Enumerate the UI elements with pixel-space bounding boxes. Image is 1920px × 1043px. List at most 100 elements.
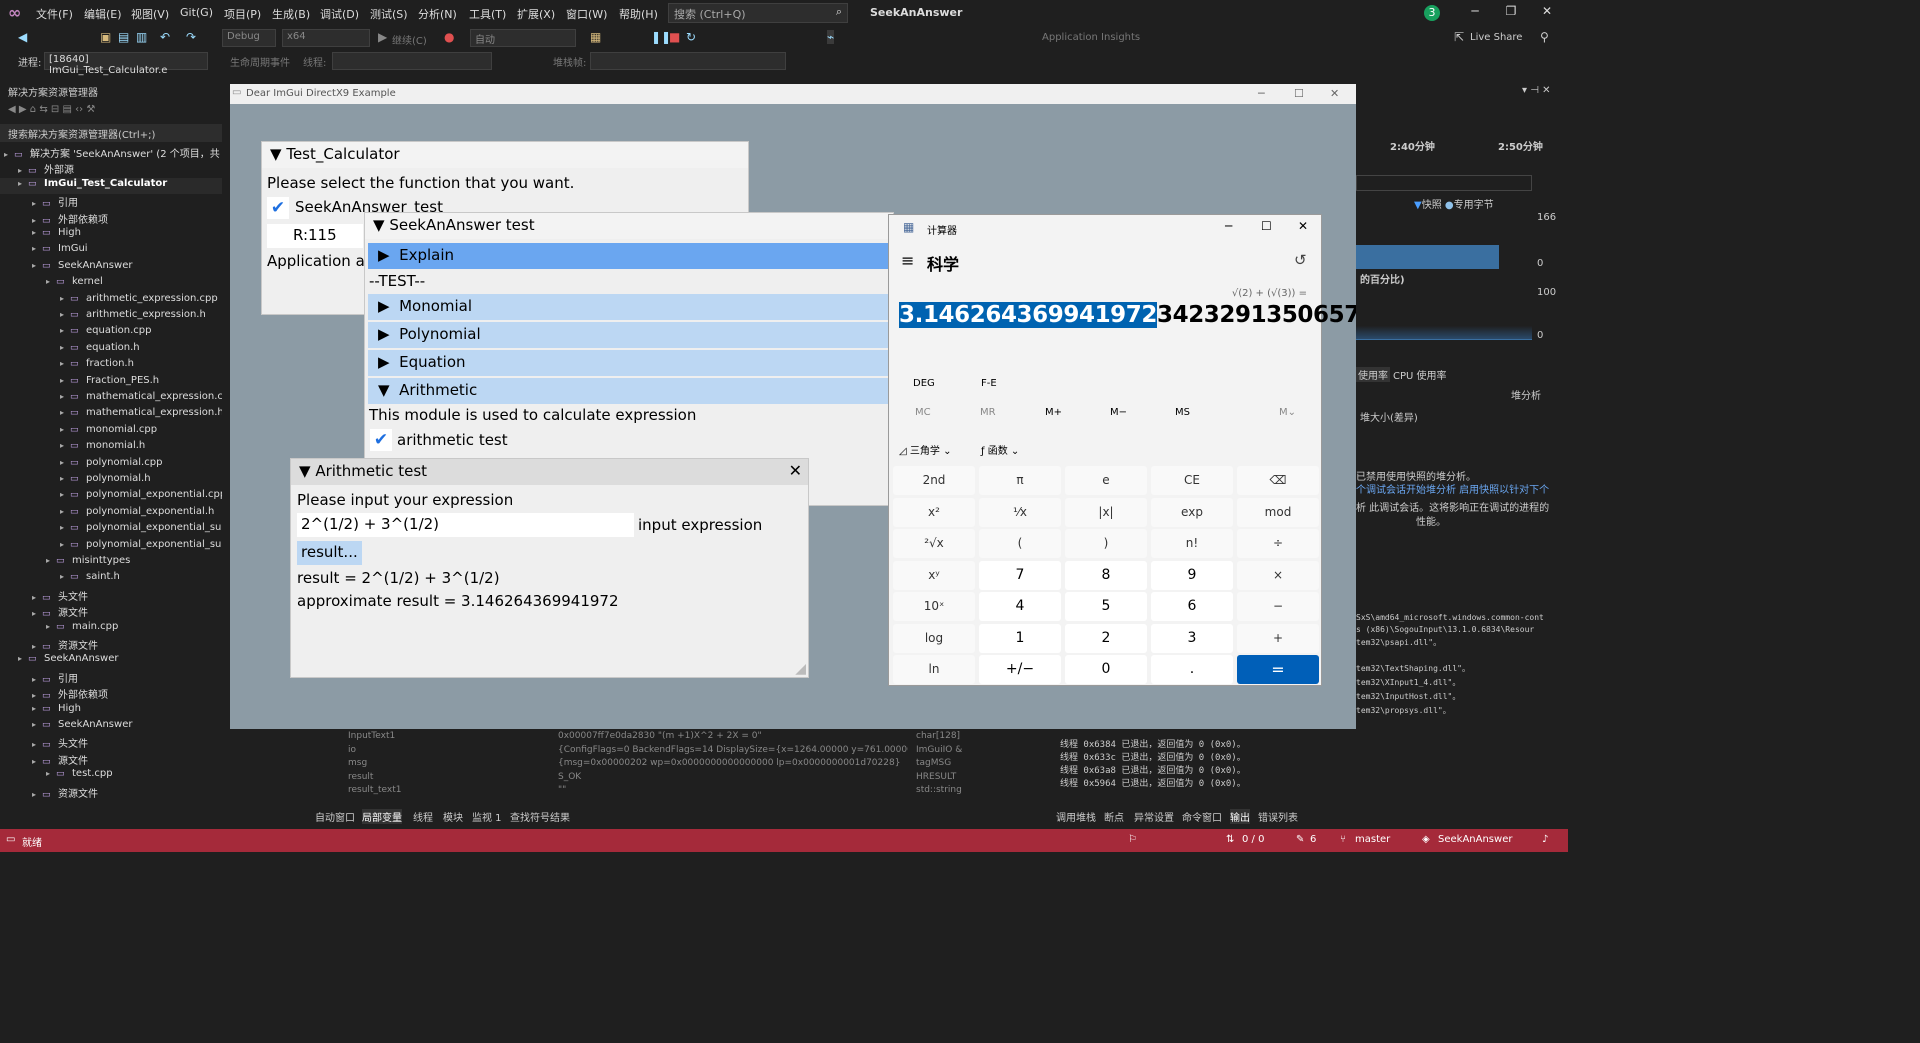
calc-key[interactable]: π <box>979 466 1061 495</box>
calc-key[interactable]: e <box>1065 466 1147 495</box>
tree-item[interactable]: ▸ ▭ polynomial_exponential_sur <box>0 539 222 555</box>
calc-key[interactable]: 0 <box>1065 655 1147 684</box>
expand-arrow-icon[interactable]: ▸ <box>60 523 70 532</box>
tree-item[interactable]: ▸ ▭ mathematical_expression.cp <box>0 391 222 407</box>
play-icon[interactable]: ▶ <box>378 30 387 44</box>
tab-locals[interactable]: 局部变量 <box>362 809 402 824</box>
expand-arrow-icon[interactable]: ▸ <box>32 216 42 225</box>
tree-item[interactable]: ▸ ▭ SeekAnAnswer <box>0 653 222 669</box>
tree-item[interactable]: ▸ ▭ 引用 <box>0 194 222 210</box>
code-icon[interactable]: ‹› <box>75 104 83 115</box>
solution-search-input[interactable]: 搜索解决方案资源管理器(Ctrl+;) <box>0 124 222 142</box>
calc-key[interactable]: 7 <box>979 560 1061 590</box>
feedback-icon[interactable]: ⚲ <box>1540 30 1549 44</box>
heap-analysis-button[interactable]: 堆分析 <box>1511 387 1541 402</box>
arithmetic-test-checkbox[interactable]: ✔ <box>370 429 392 451</box>
live-share-button[interactable]: Live Share <box>1470 32 1522 43</box>
tree-item[interactable]: ▸ ▭ ImGui_Test_Calculator <box>0 177 222 194</box>
menu-file[interactable]: 文件(F) <box>36 6 73 22</box>
expand-arrow-icon[interactable]: ▸ <box>60 507 70 516</box>
tree-item[interactable]: ▸ ▭ High <box>0 703 222 719</box>
config-dropdown[interactable]: Debug <box>222 29 276 47</box>
calc-key[interactable]: ¹⁄x <box>979 497 1061 527</box>
live-share-icon[interactable]: ⇱ <box>1454 30 1464 44</box>
seekananswer-header[interactable]: ▼ SeekAnAnswer test <box>365 213 893 239</box>
expand-arrow-icon[interactable]: ▸ <box>60 425 70 434</box>
expand-arrow-icon[interactable]: ▸ <box>32 609 42 618</box>
calc-key[interactable]: CE <box>1151 466 1233 495</box>
tree-item[interactable]: ▸ ▭ 引用 <box>0 670 222 686</box>
close-icon[interactable]: ✕ <box>1330 87 1339 100</box>
bell-icon[interactable]: ♪ <box>1542 834 1548 845</box>
expand-arrow-icon[interactable]: ▸ <box>18 179 28 188</box>
browse-icon[interactable]: ▦ <box>590 30 601 44</box>
test-calculator-header[interactable]: ▼ Test_Calculator <box>262 142 748 168</box>
tab-output[interactable]: 输出 <box>1230 809 1250 824</box>
diagnostics-icon[interactable]: ⌁ <box>827 30 835 44</box>
calc-key[interactable]: = <box>1237 655 1319 684</box>
auto-dropdown[interactable]: 自动 <box>470 29 576 47</box>
expand-arrow-icon[interactable]: ▸ <box>60 326 70 335</box>
menu-view[interactable]: 视图(V) <box>131 6 169 22</box>
expand-arrow-icon[interactable]: ▸ <box>60 294 70 303</box>
expand-arrow-icon[interactable]: ▸ <box>32 704 42 713</box>
expand-arrow-icon[interactable]: ▸ <box>60 540 70 549</box>
tree-item[interactable]: ▸ ▭ equation.h <box>0 342 222 358</box>
expand-arrow-icon[interactable]: ▸ <box>60 441 70 450</box>
expand-arrow-icon[interactable]: ▸ <box>46 622 56 631</box>
calc-key[interactable]: log <box>893 623 975 653</box>
undo-icon[interactable]: ↶ <box>160 30 170 44</box>
expand-arrow-icon[interactable]: ▸ <box>60 343 70 352</box>
expand-arrow-icon[interactable]: ▸ <box>60 310 70 319</box>
tab-call-stack[interactable]: 调用堆栈 <box>1056 809 1096 824</box>
branch-icon[interactable]: ⑂ <box>1340 834 1346 845</box>
calc-key[interactable]: mod <box>1237 497 1319 527</box>
calc-key[interactable]: 9 <box>1151 560 1233 590</box>
tab-threads[interactable]: 线程 <box>413 809 433 824</box>
home-icon[interactable]: ⌂ <box>30 104 36 115</box>
close-icon[interactable]: ✕ <box>789 461 802 480</box>
pending-changes[interactable]: 6 <box>1310 834 1316 845</box>
tree-item[interactable]: ▸ ▭ SeekAnAnswer <box>0 260 222 276</box>
tree-item[interactable]: ▸ ▭ 外部依赖项 <box>0 211 222 227</box>
tab-find-symbol[interactable]: 查找符号结果 <box>510 809 570 824</box>
tree-item[interactable]: ▸ ▭ 外部依赖项 <box>0 686 222 702</box>
r-value-field[interactable]: R:115 <box>267 224 363 248</box>
calc-key[interactable]: + <box>1237 623 1319 653</box>
tab-memory-usage[interactable]: 使用率 <box>1356 367 1390 382</box>
calc-key[interactable]: 5 <box>1065 592 1147 621</box>
collapse-triangle-icon[interactable]: ▼ <box>270 145 282 163</box>
stackframe-dropdown[interactable] <box>590 52 786 70</box>
calc-key[interactable]: ÷ <box>1237 529 1319 558</box>
sync-icon[interactable]: ⇆ <box>39 104 47 115</box>
tree-item[interactable]: ▸ ▭ mathematical_expression.h <box>0 407 222 423</box>
save-icon[interactable]: ▤ <box>118 30 129 44</box>
menu-project[interactable]: 项目(P) <box>224 6 261 22</box>
expand-arrow-icon[interactable]: ▸ <box>32 261 42 270</box>
expand-arrow-icon[interactable]: ▸ <box>32 642 42 651</box>
expand-arrow-icon[interactable]: ▸ <box>60 359 70 368</box>
menu-test[interactable]: 测试(S) <box>370 6 408 22</box>
expand-arrow-icon[interactable]: ▸ <box>60 474 70 483</box>
menu-build[interactable]: 生成(B) <box>272 6 310 22</box>
tree-item[interactable]: ▸ ▭ 源文件 <box>0 604 222 620</box>
back-icon[interactable]: ◀ <box>8 104 16 115</box>
calc-key[interactable]: 3 <box>1151 623 1233 653</box>
expand-arrow-icon[interactable]: ▸ <box>18 654 28 663</box>
menu-tools[interactable]: 工具(T) <box>469 6 506 22</box>
tab-exception-settings[interactable]: 异常设置 <box>1134 809 1174 824</box>
thread-dropdown[interactable] <box>332 52 492 70</box>
tree-item[interactable]: ▸ ▭ test.cpp <box>0 768 222 784</box>
tab-cpu-usage[interactable]: CPU 使用率 <box>1393 367 1447 382</box>
expand-arrow-icon[interactable]: ▸ <box>32 740 42 749</box>
tree-item[interactable]: ▸ ▭ arithmetic_expression.cpp <box>0 293 222 309</box>
expand-arrow-icon[interactable]: ▸ <box>46 277 56 286</box>
expand-arrow-icon[interactable]: ▸ <box>32 199 42 208</box>
redo-icon[interactable]: ↷ <box>186 30 196 44</box>
pencil-icon[interactable]: ✎ <box>1296 834 1304 845</box>
tree-item[interactable]: ▸ ▭ polynomial_exponential.cpp <box>0 489 222 505</box>
tree-item[interactable]: ▸ ▭ monomial.h <box>0 440 222 456</box>
calc-key[interactable]: 2 <box>1065 623 1147 653</box>
tree-item[interactable]: ▸ ▭ arithmetic_expression.h <box>0 309 222 325</box>
repo-icon[interactable]: ◈ <box>1422 834 1430 845</box>
